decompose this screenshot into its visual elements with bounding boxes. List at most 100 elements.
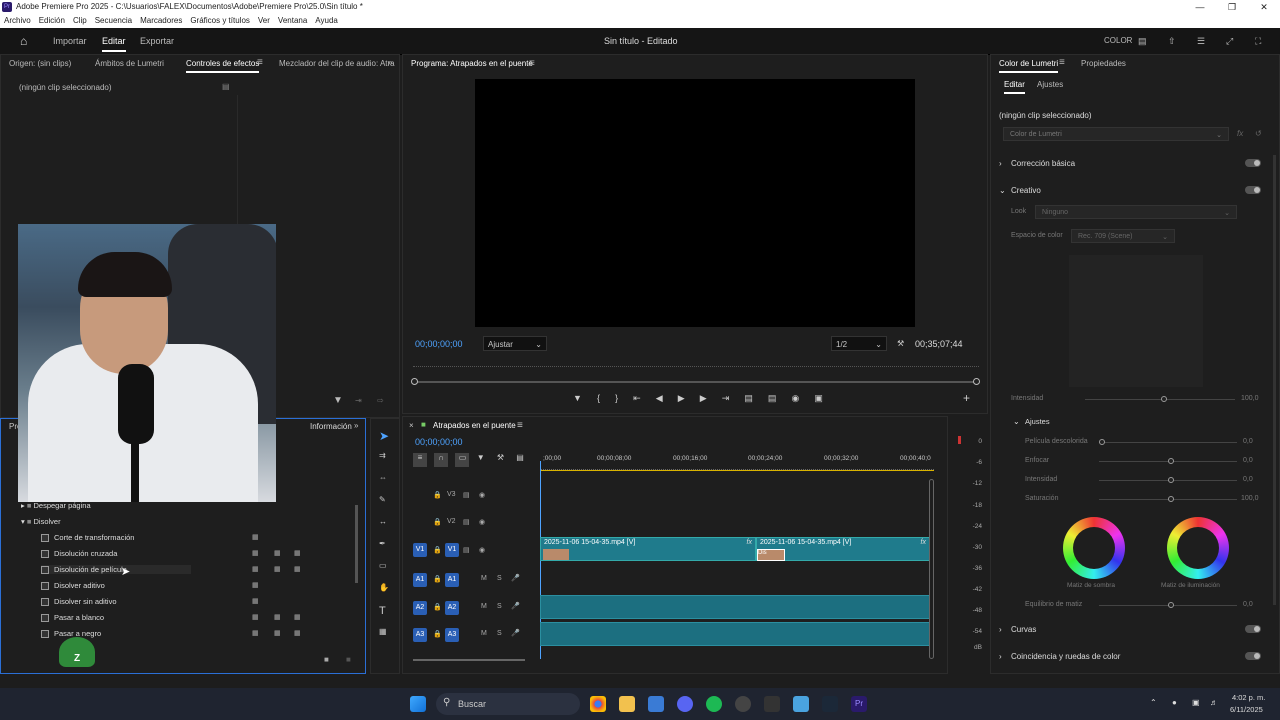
list-item[interactable]: Disolución cruzada: [41, 549, 117, 559]
lock-icon[interactable]: 🔒: [433, 630, 442, 638]
mute-button[interactable]: M: [481, 575, 487, 582]
export-icon[interactable]: ⇥: [355, 396, 362, 405]
epic-games-icon[interactable]: [764, 696, 780, 712]
lumetri-menu-icon[interactable]: ≡: [1059, 57, 1065, 68]
timeline-timecode[interactable]: 00;00;00;00: [415, 437, 463, 447]
new-folder-icon[interactable]: ■: [324, 655, 329, 664]
slider-knob[interactable]: [1168, 477, 1174, 483]
look-preview[interactable]: [1069, 255, 1203, 387]
extract-icon[interactable]: ▤: [768, 393, 777, 405]
panel-toggle-icon[interactable]: ▤: [222, 82, 230, 91]
video-clip[interactable]: 2025-11-06 15-04-35.mp4 [V] fx: [540, 537, 756, 561]
close-icon[interactable]: ✕: [1248, 0, 1280, 14]
a3-source-button[interactable]: A3: [413, 628, 427, 642]
tab-ajustes[interactable]: Ajustes: [1037, 80, 1063, 89]
program-timecode[interactable]: 00;00;00;00: [415, 339, 463, 349]
chevron-down-icon[interactable]: ⌄: [999, 186, 1006, 195]
more-tabs-icon[interactable]: »: [354, 421, 358, 430]
spotify-icon[interactable]: [706, 696, 722, 712]
mute-button[interactable]: M: [481, 630, 487, 637]
timeline-menu-icon[interactable]: ≡: [517, 420, 523, 431]
steam-icon[interactable]: [822, 696, 838, 712]
slip-icon[interactable]: ↔: [379, 517, 387, 526]
chevron-down-icon[interactable]: ⌄: [1013, 417, 1020, 426]
slider-knob[interactable]: [1099, 439, 1105, 445]
lift-icon[interactable]: ▤: [744, 393, 753, 405]
folder-despegar[interactable]: ▸ ■ Despegar página: [21, 501, 91, 510]
chevron-right-icon[interactable]: ›: [999, 652, 1002, 661]
pen-icon[interactable]: ✒: [379, 539, 386, 548]
work-area-bar[interactable]: [540, 470, 934, 471]
panel-icon[interactable]: ▤: [1138, 36, 1147, 47]
audio-clip-a2[interactable]: [540, 595, 930, 619]
intensity2-value[interactable]: 0,0: [1243, 476, 1253, 483]
faded-value[interactable]: 0,0: [1243, 438, 1253, 445]
volume-icon[interactable]: ♬: [1210, 698, 1218, 707]
menu-ayuda[interactable]: Ayuda: [315, 14, 338, 28]
balance-slider[interactable]: [1099, 602, 1237, 608]
clock-date[interactable]: 6/11/2025: [1230, 705, 1263, 714]
chevron-up-icon[interactable]: ⌃: [1150, 698, 1157, 707]
tab-origen[interactable]: Origen: (sin clips): [9, 59, 71, 68]
vertical-scrollbar[interactable]: [929, 479, 934, 659]
nest-icon[interactable]: ≡: [413, 453, 427, 467]
mute-button[interactable]: M: [481, 603, 487, 610]
eye-icon[interactable]: ◉: [479, 546, 485, 554]
transition-block[interactable]: Dis: [757, 549, 785, 561]
list-item[interactable]: Corte de transformación: [41, 533, 134, 543]
eye-icon[interactable]: ◉: [479, 518, 485, 526]
razor-icon[interactable]: ✎: [379, 495, 386, 504]
list-item[interactable]: Disolver aditivo: [41, 581, 105, 591]
section-adjust[interactable]: Ajustes: [1025, 417, 1050, 426]
faded-slider[interactable]: [1099, 439, 1237, 445]
go-to-in-icon[interactable]: ⇤: [633, 393, 641, 405]
tab-menu-icon[interactable]: ≡: [257, 57, 263, 68]
lock-icon[interactable]: 🔒: [433, 518, 442, 526]
chrome-icon[interactable]: [590, 696, 606, 712]
hand-icon[interactable]: ✋: [379, 583, 389, 592]
rectangle-icon[interactable]: ▭: [379, 561, 387, 570]
creative-toggle[interactable]: [1245, 186, 1261, 194]
scrollbar[interactable]: [355, 505, 358, 583]
chevron-right-icon[interactable]: ›: [999, 625, 1002, 634]
tab-editar[interactable]: Editar: [1004, 80, 1025, 94]
tab-lumetri[interactable]: Color de Lumetri: [999, 59, 1059, 73]
tab-informacion[interactable]: Información: [310, 422, 352, 431]
track-select-icon[interactable]: ⇉: [379, 451, 386, 460]
list-item[interactable]: Disolver sin aditivo: [41, 597, 117, 607]
intensity-slider[interactable]: [1085, 396, 1235, 402]
discord-icon[interactable]: [677, 696, 693, 712]
basic-toggle[interactable]: [1245, 159, 1261, 167]
store-icon[interactable]: [648, 696, 664, 712]
github-icon[interactable]: [735, 696, 751, 712]
app-icon[interactable]: [793, 696, 809, 712]
caption-track-icon[interactable]: ▤: [516, 453, 524, 462]
menu-ventana[interactable]: Ventana: [278, 14, 307, 28]
menu-clip[interactable]: Clip: [73, 14, 87, 28]
highlight-tint-wheel[interactable]: [1167, 517, 1229, 579]
section-creative[interactable]: Creativo: [1011, 186, 1041, 195]
menu-ver[interactable]: Ver: [258, 14, 270, 28]
v1-target-button[interactable]: V1: [445, 543, 459, 557]
marker-icon[interactable]: ▼: [477, 453, 485, 462]
sync-icon[interactable]: ▤: [463, 518, 470, 526]
step-back-icon[interactable]: ◀: [656, 393, 663, 405]
fx-icon[interactable]: fx: [1237, 129, 1243, 138]
horizontal-scrollbar[interactable]: [413, 659, 525, 661]
jump-icon[interactable]: ⇨: [377, 396, 384, 405]
slider-knob[interactable]: [1168, 496, 1174, 502]
go-to-out-icon[interactable]: ⇥: [722, 393, 730, 405]
maximize-icon[interactable]: ❐: [1216, 0, 1248, 14]
fullscreen-icon[interactable]: ⛶: [1255, 36, 1261, 47]
a3-target-button[interactable]: A3: [445, 628, 459, 642]
zoom-bar[interactable]: [413, 381, 979, 383]
a1-target-button[interactable]: A1: [445, 573, 459, 587]
quality-select[interactable]: 1/2 ⌄: [831, 336, 887, 351]
lock-icon[interactable]: 🔒: [433, 603, 442, 611]
list-item[interactable]: Pasar a blanco: [41, 613, 104, 623]
a2-source-button[interactable]: A2: [413, 601, 427, 615]
selection-tool-icon[interactable]: ➤: [379, 429, 389, 443]
shadow-tint-wheel[interactable]: [1063, 517, 1125, 579]
mic-icon[interactable]: 🎤: [511, 629, 520, 637]
tab-mezclador[interactable]: Mezclador del clip de audio: Atra: [279, 59, 395, 68]
